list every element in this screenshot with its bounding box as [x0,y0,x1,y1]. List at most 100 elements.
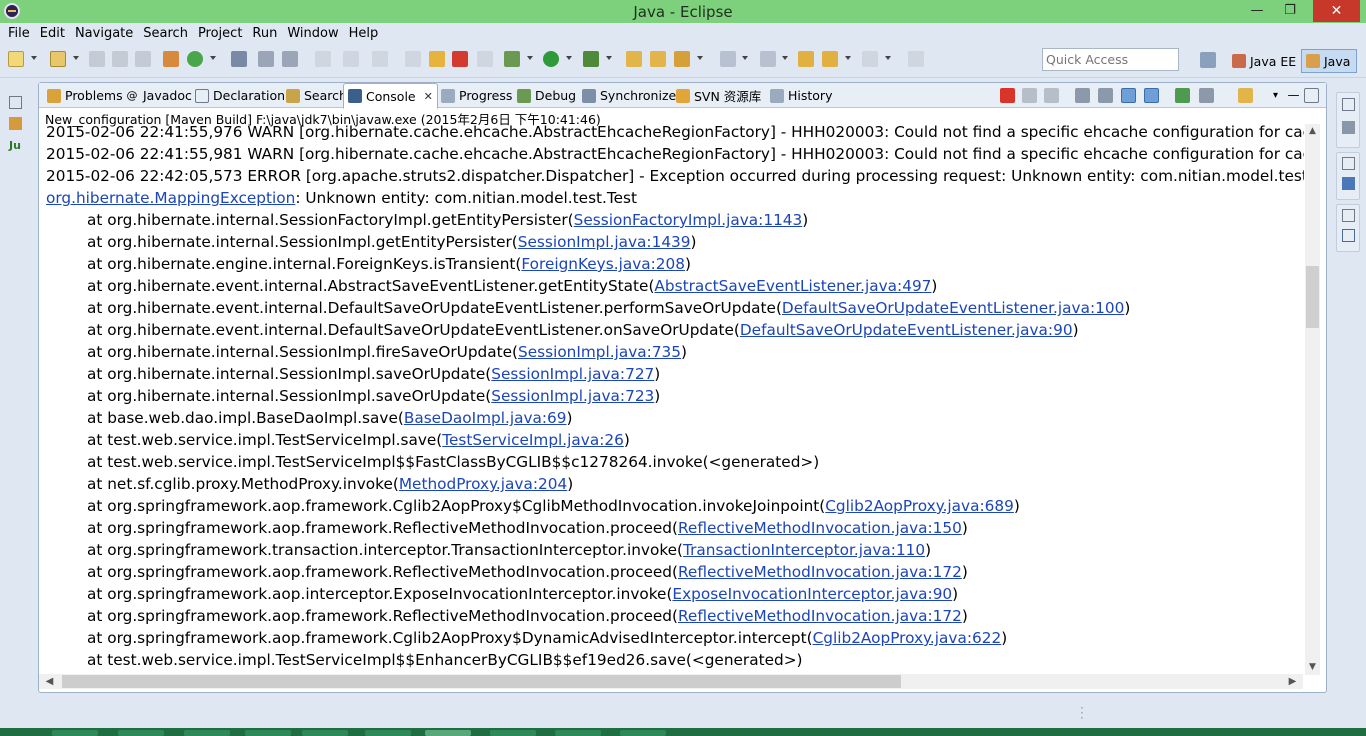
last-edit-icon[interactable] [798,51,814,67]
menu-window[interactable]: Window [282,24,343,44]
pin-editor-icon[interactable] [908,51,924,67]
menu-navigate[interactable]: Navigate [70,24,138,44]
remove-launch-icon[interactable] [1022,88,1037,103]
stack-trace-link[interactable]: DefaultSaveOrUpdateEventListener.java:10… [782,299,1124,317]
console-output[interactable]: 2015-02-06 22:41:55,976 WARN [org.hibern… [46,121,1304,672]
package-explorer-icon[interactable] [9,117,22,130]
perspective-java[interactable]: Java [1301,49,1357,73]
menu-search[interactable]: Search [138,24,193,44]
debug-icon[interactable] [504,51,520,67]
stack-trace-link[interactable]: Cglib2AopProxy.java:622 [813,629,1002,647]
stack-trace-link[interactable]: SessionImpl.java:723 [491,387,654,405]
back-icon[interactable] [822,51,838,67]
maximize-button[interactable]: ❐ [1276,0,1304,22]
tab-declaration[interactable]: Declaration [191,83,289,108]
maximize-view-icon[interactable] [1304,88,1319,103]
restore-properties-icon[interactable] [1342,209,1355,222]
save-all-icon[interactable] [112,51,128,67]
back-dropdown-icon[interactable] [845,56,851,60]
stack-trace-link[interactable]: ForeignKeys.java:208 [521,255,685,273]
tab-search[interactable]: Search [282,83,351,108]
stack-trace-link[interactable]: SessionImpl.java:735 [518,343,681,361]
step-icon[interactable] [405,51,421,67]
perspective-java-ee[interactable]: Java EE [1228,49,1300,73]
print-icon[interactable] [135,51,151,67]
tab-problems[interactable]: Problems [43,83,127,108]
scroll-left-icon[interactable]: ◀ [42,674,57,689]
clear-console-icon[interactable] [1075,88,1090,103]
previous-annotation-dropdown-icon[interactable] [782,56,788,60]
open-perspective-icon[interactable] [1200,52,1216,68]
console-vertical-scrollbar[interactable]: ▲ ▼ [1305,124,1320,675]
scroll-lock-icon[interactable] [1098,88,1113,103]
stack-trace-link[interactable]: Cglib2AopProxy.java:689 [825,497,1014,515]
next-annotation-dropdown-icon[interactable] [742,56,748,60]
vertical-scroll-thumb[interactable] [1306,266,1319,328]
menu-help[interactable]: Help [344,24,384,44]
build-dropdown-icon[interactable] [697,56,703,60]
show-on-stderr-icon[interactable] [1144,88,1159,103]
refresh-icon[interactable] [187,51,203,67]
close-button[interactable]: ✕ [1313,0,1360,22]
suspend-icon[interactable] [429,51,445,67]
run-dropdown-icon[interactable] [566,56,572,60]
taskbar-app-eclipse[interactable] [425,730,471,736]
stack-trace-link[interactable]: SessionImpl.java:1439 [518,233,691,251]
stack-trace-link[interactable]: TransactionInterceptor.java:110 [683,541,925,559]
terminate-console-icon[interactable] [1000,88,1015,103]
run-icon[interactable] [543,51,559,67]
minimize-button[interactable]: — [1243,0,1271,22]
taskbar-app-8[interactable] [490,730,536,736]
display-selected-console-icon[interactable] [1199,88,1214,103]
disconnect-icon[interactable] [477,51,493,67]
pin-console-icon[interactable] [1175,88,1190,103]
new-wizard-icon[interactable] [50,51,66,67]
save-icon[interactable] [89,51,105,67]
scroll-right-icon[interactable]: ▶ [1285,674,1300,689]
forward-nav-icon[interactable] [372,51,388,67]
external-tool-dropdown-icon[interactable] [606,56,612,60]
show-on-stdout-icon[interactable] [1121,88,1136,103]
stack-trace-link[interactable]: ReflectiveMethodInvocation.java:172 [678,607,962,625]
undo-icon[interactable] [315,51,331,67]
taskbar-app-5[interactable] [302,730,348,736]
previous-annotation-icon[interactable] [760,51,776,67]
open-type-icon[interactable] [163,51,179,67]
taskbar-app-1[interactable] [52,730,98,736]
tab-svn-repository[interactable]: SVN 资源库 [672,83,765,108]
open-file-icon[interactable] [650,51,666,67]
taskbar-app-9[interactable] [555,730,601,736]
stack-trace-link[interactable]: ReflectiveMethodInvocation.java:172 [678,563,962,581]
stack-trace-link[interactable]: ExposeInvocationInterceptor.java:90 [672,585,952,603]
menu-run[interactable]: Run [247,24,282,44]
refresh-dropdown-icon[interactable] [210,56,216,60]
junit-icon[interactable]: Ju [9,139,22,152]
new-icon[interactable] [8,51,24,67]
tab-javadoc[interactable]: @ Javadoc [121,83,196,108]
tab-synchronize[interactable]: Synchronize [578,83,680,108]
build-icon[interactable] [674,51,690,67]
taskbar-app-4[interactable] [245,730,291,736]
menu-edit[interactable]: Edit [35,24,70,44]
stack-trace-link[interactable]: SessionImpl.java:727 [491,365,654,383]
tab-progress[interactable]: Progress [437,83,516,108]
toggle-breakpoint-icon[interactable] [231,51,247,67]
quick-access-input[interactable] [1042,48,1179,71]
mark-occurrences-icon[interactable] [258,51,274,67]
console-horizontal-scrollbar[interactable]: ◀ ▶ [39,674,1303,689]
view-menu-icon[interactable]: ▾ [1268,88,1283,103]
tab-console-close-icon[interactable]: ✕ [424,90,433,103]
terminate-icon[interactable] [452,51,468,67]
task-list-icon[interactable] [1342,121,1355,134]
forward-icon[interactable] [862,51,878,67]
stack-trace-link[interactable]: org.hibernate.MappingException [46,189,295,207]
stack-trace-link[interactable]: BaseDaoImpl.java:69 [404,409,567,427]
back-nav-icon[interactable] [343,51,359,67]
open-console-icon[interactable] [1238,88,1253,103]
taskbar-app-10[interactable] [620,730,666,736]
block-selection-icon[interactable] [282,51,298,67]
outline-icon[interactable] [1342,177,1355,190]
new-dropdown-icon[interactable] [31,56,37,60]
stack-trace-link[interactable]: MethodProxy.java:204 [399,475,567,493]
restore-icon[interactable] [9,96,22,109]
